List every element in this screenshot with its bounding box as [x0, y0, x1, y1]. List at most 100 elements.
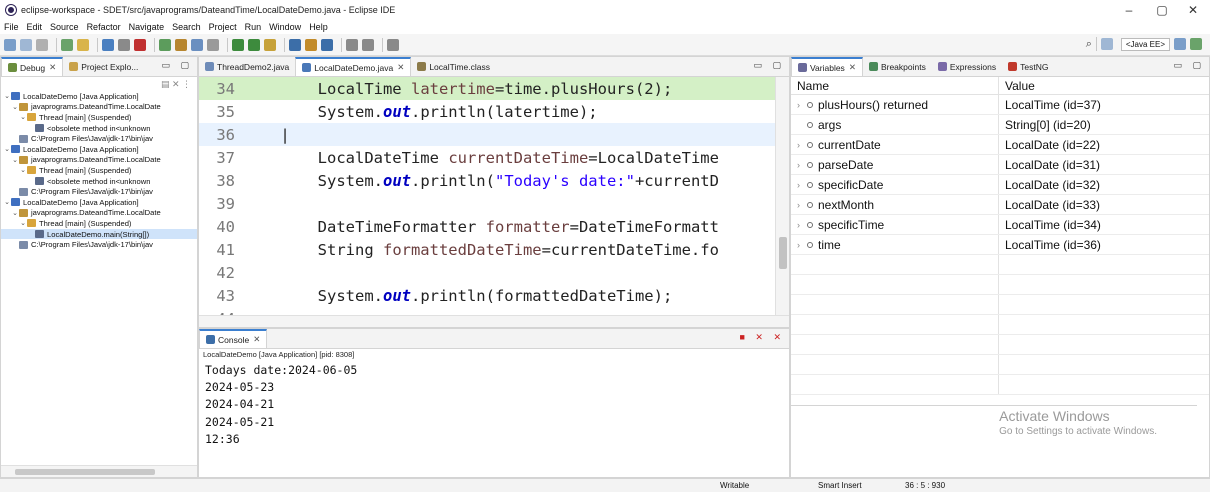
debug-tree-item[interactable]: ⌄ Thread [main] (Suspended) [1, 112, 197, 123]
close-icon[interactable]: ✕ [397, 62, 404, 73]
variable-detail-pane[interactable]: Activate Windows Go to Settings to activ… [791, 405, 1197, 465]
chevron-down-icon[interactable]: ⌄ [19, 113, 27, 121]
toolbar-button-icon[interactable] [4, 38, 16, 51]
toolbar-button-icon[interactable] [248, 38, 260, 51]
code-line[interactable]: 38 System.out.println("Today's date:"+cu… [199, 169, 775, 192]
column-name[interactable]: Name [791, 77, 999, 94]
debug-tree-item[interactable]: ⌄ javaprograms.DateandTime.LocalDate [1, 102, 197, 113]
menu-refactor[interactable]: Refactor [87, 22, 121, 32]
chevron-down-icon[interactable]: ⌄ [19, 219, 27, 227]
perspective-java-ee[interactable]: <Java EE> [1120, 37, 1170, 51]
debug-view-toolbar[interactable]: ▤ ✕ ⋮ [161, 79, 191, 90]
toolbar-button-icon[interactable] [387, 38, 399, 51]
terminate-icon[interactable]: ■ ✕ ✕ [739, 332, 785, 343]
editor-hscrollbar[interactable] [199, 315, 789, 327]
toolbar-button-icon[interactable] [321, 38, 333, 51]
toolbar-button-icon[interactable] [207, 38, 219, 51]
toolbar-button-icon[interactable] [118, 38, 130, 51]
toolbar-button-icon[interactable] [159, 38, 171, 51]
code-line[interactable]: 43 System.out.println(formattedDateTime)… [199, 284, 775, 307]
minimize-button[interactable]: – [1112, 0, 1146, 20]
close-icon[interactable]: ✕ [253, 334, 260, 345]
close-icon[interactable]: ✕ [49, 62, 56, 73]
close-icon[interactable]: ✕ [849, 62, 856, 73]
debug-tree-item[interactable]: LocalDateDemo.main(String[]) [1, 228, 197, 240]
debug-tree-item[interactable]: ⌄ javaprograms.DateandTime.LocalDate [1, 208, 197, 219]
menu-file[interactable]: File [4, 22, 19, 32]
code-editor[interactable]: 34 LocalTime latertime=time.plusHours(2)… [199, 77, 775, 327]
code-line[interactable]: 41 String formattedDateTime=currentDateT… [199, 238, 775, 261]
toolbar-button-icon[interactable] [20, 38, 32, 51]
debug-hscrollbar[interactable] [1, 465, 197, 477]
scroll-thumb[interactable] [15, 469, 155, 475]
variable-row[interactable]: › time LocalTime (id=36) [791, 235, 1209, 255]
menu-search[interactable]: Search [172, 22, 201, 32]
debug-tree-item[interactable]: <obsolete method in<unknown [1, 176, 197, 187]
debug-perspective-icon[interactable] [1174, 38, 1186, 50]
chevron-right-icon[interactable]: › [797, 180, 807, 190]
chevron-right-icon[interactable]: › [797, 220, 807, 230]
toolbar-button-icon[interactable] [175, 38, 187, 51]
search-icon[interactable]: ⌕ [1086, 38, 1092, 51]
debug-tree-item[interactable]: <obsolete method in<unknown [1, 123, 197, 134]
chevron-right-icon[interactable]: › [797, 140, 807, 150]
tab-expressions[interactable]: Expressions [932, 57, 1002, 76]
tab-threaddemo2-java[interactable]: ThreadDemo2.java [199, 57, 295, 76]
chevron-down-icon[interactable]: ⌄ [3, 198, 11, 206]
debug-tree-item[interactable]: ⌄ Thread [main] (Suspended) [1, 165, 197, 176]
scroll-thumb[interactable] [779, 237, 787, 269]
code-line[interactable]: 34 LocalTime latertime=time.plusHours(2)… [199, 77, 775, 100]
debug-tree-item[interactable]: C:\Program Files\Java\jdk-17\bin\jav [1, 186, 197, 197]
debug-tree-item[interactable]: ⌄ LocalDateDemo [Java Application] [1, 144, 197, 155]
toolbar-button-icon[interactable] [61, 38, 73, 51]
toolbar-button-icon[interactable] [346, 38, 358, 51]
code-line[interactable]: 36 | [199, 123, 775, 146]
debug-tree-item[interactable]: C:\Program Files\Java\jdk-17\bin\jav [1, 239, 197, 250]
chevron-right-icon[interactable]: › [797, 160, 807, 170]
tab-localdatedemo-java[interactable]: LocalDateDemo.java ✕ [295, 57, 412, 76]
chevron-down-icon[interactable]: ⌄ [19, 166, 27, 174]
menu-edit[interactable]: Edit [27, 22, 43, 32]
variable-row[interactable]: › specificTime LocalTime (id=34) [791, 215, 1209, 235]
editor-vscrollbar[interactable] [775, 77, 789, 315]
menu-run[interactable]: Run [245, 22, 262, 32]
tab-localtime-class[interactable]: LocalTime.class [411, 57, 496, 76]
tab-variables[interactable]: Variables ✕ [791, 57, 863, 76]
toolbar-button-icon[interactable] [289, 38, 301, 51]
close-window-button[interactable]: ✕ [1176, 0, 1210, 20]
chevron-right-icon[interactable]: › [797, 200, 807, 210]
tab-testng[interactable]: TestNG [1002, 57, 1054, 76]
toolbar-button-icon[interactable] [305, 38, 317, 51]
code-line[interactable]: 35 System.out.println(latertime); [199, 100, 775, 123]
debug-tree-item[interactable]: ⌄ Thread [main] (Suspended) [1, 218, 197, 229]
menu-window[interactable]: Window [269, 22, 301, 32]
chevron-right-icon[interactable]: › [797, 240, 807, 250]
tab-breakpoints[interactable]: Breakpoints [863, 57, 932, 76]
chevron-down-icon[interactable]: ⌄ [3, 145, 11, 153]
code-line[interactable]: 37 LocalDateTime currentDateTime=LocalDa… [199, 146, 775, 169]
toolbar-button-icon[interactable] [102, 38, 114, 51]
menu-navigate[interactable]: Navigate [129, 22, 165, 32]
variable-row[interactable]: args String[0] (id=20) [791, 115, 1209, 135]
java-perspective-icon[interactable] [1190, 38, 1202, 50]
chevron-down-icon[interactable]: ⌄ [3, 92, 11, 100]
chevron-right-icon[interactable]: › [797, 100, 807, 110]
view-menu-icon[interactable]: ▭ ▢ [753, 60, 785, 71]
debug-tree-item[interactable]: ⌄ LocalDateDemo [Java Application] [1, 197, 197, 208]
code-line[interactable]: 39 [199, 192, 775, 215]
variable-row[interactable]: › plusHours() returned LocalTime (id=37) [791, 95, 1209, 115]
open-perspective-icon[interactable] [1100, 38, 1113, 50]
toolbar-button-icon[interactable] [134, 38, 146, 51]
debug-tree-item[interactable]: ⌄ LocalDateDemo [Java Application] [1, 91, 197, 102]
code-line[interactable]: 42 [199, 261, 775, 284]
toolbar-button-icon[interactable] [77, 38, 89, 51]
chevron-down-icon[interactable]: ⌄ [11, 209, 19, 217]
variable-row[interactable]: › currentDate LocalDate (id=22) [791, 135, 1209, 155]
variable-row[interactable]: › parseDate LocalDate (id=31) [791, 155, 1209, 175]
tab-project-explorer[interactable]: Project Explo... [63, 57, 144, 76]
view-menu-icon[interactable]: ▭ ▢ [161, 60, 193, 71]
toolbar-button-icon[interactable] [264, 38, 276, 51]
code-line[interactable]: 40 DateTimeFormatter formatter=DateTimeF… [199, 215, 775, 238]
column-value[interactable]: Value [999, 77, 1209, 94]
view-menu-icon[interactable]: ▭ ▢ [1173, 60, 1205, 71]
